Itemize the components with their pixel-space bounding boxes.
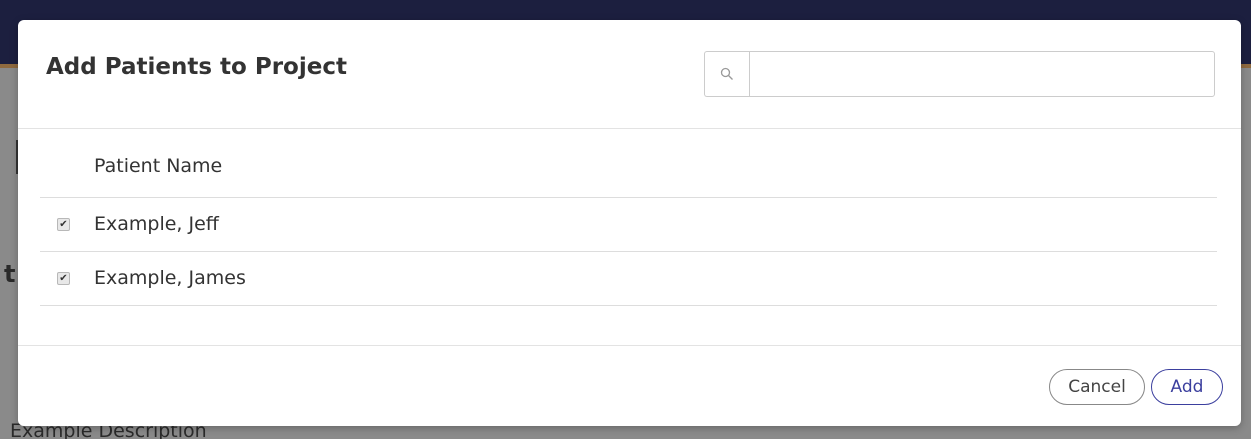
background-heading: t [4,260,16,288]
table-row[interactable]: ✔ Example, James [40,252,1217,306]
cancel-button[interactable]: Cancel [1049,369,1145,405]
modal-title: Add Patients to Project [46,54,347,80]
row-checkbox[interactable]: ✔ [57,218,70,231]
add-patients-modal: Add Patients to Project Patient Name ✔ E… [18,20,1241,426]
modal-header: Add Patients to Project [18,20,1241,129]
search-group [704,51,1215,97]
patient-name: Example, Jeff [94,213,219,235]
table-row[interactable]: ✔ Example, Jeff [40,198,1217,252]
patient-name: Example, James [94,267,246,289]
patient-table: Patient Name ✔ Example, Jeff ✔ Example, … [40,129,1217,306]
search-input[interactable] [749,51,1215,97]
add-button[interactable]: Add [1151,369,1223,405]
column-header-patient-name: Patient Name [94,155,223,177]
table-header: Patient Name [40,129,1217,198]
search-icon [704,51,749,97]
row-checkbox[interactable]: ✔ [57,272,70,285]
modal-footer: Cancel Add [18,345,1241,426]
